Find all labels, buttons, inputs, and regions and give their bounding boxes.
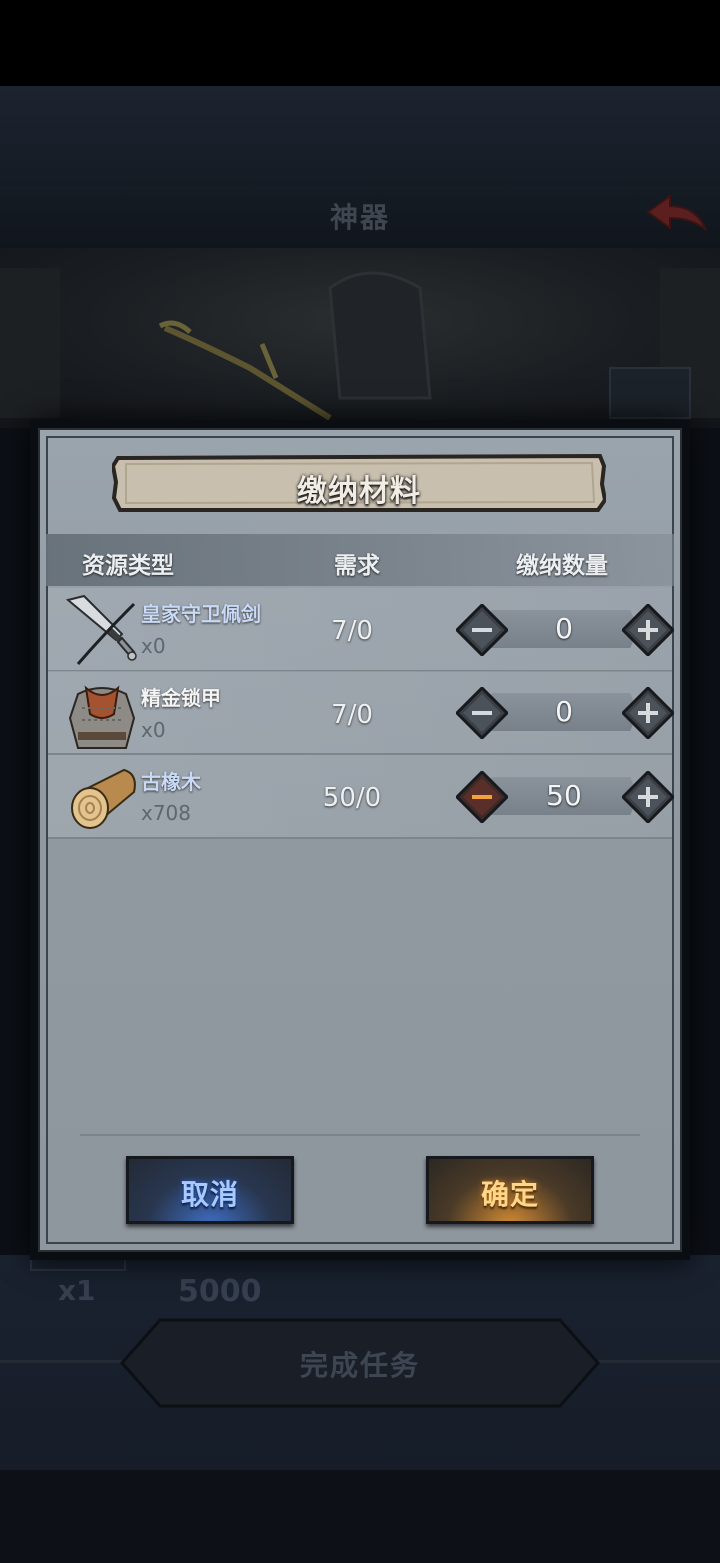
item-name: 古橡木 [141, 770, 201, 794]
confirm-button[interactable]: 确定 [426, 1156, 594, 1224]
quantity-value: 50 [546, 779, 582, 812]
reward-quantity: x1 [58, 1274, 96, 1307]
chainmail-icon [68, 685, 136, 749]
item-name: 精金锁甲 [141, 686, 221, 710]
status-bar [0, 0, 720, 86]
increase-button[interactable] [622, 687, 674, 739]
background-header [0, 86, 720, 186]
reward-amount: 5000 [178, 1274, 262, 1309]
background-page-title: 神器 [329, 201, 390, 234]
item-owned-count: x0 [141, 718, 166, 742]
header-submit-quantity: 缴纳数量 [516, 553, 608, 579]
footer-divider [80, 1134, 640, 1136]
increase-button[interactable] [622, 771, 674, 823]
sword-icon [65, 594, 137, 665]
dialog-title: 缴纳材料 [297, 474, 421, 509]
oak-log-icon [71, 768, 136, 829]
header-required: 需求 [334, 553, 380, 579]
item-name: 皇家守卫佩剑 [141, 602, 261, 626]
quantity-value: 0 [555, 695, 573, 728]
cancel-button[interactable]: 取消 [126, 1156, 294, 1224]
item-owned-count: x708 [141, 801, 192, 825]
decrease-button-active[interactable] [456, 771, 508, 823]
header-resource-type: 资源类型 [82, 553, 174, 579]
cancel-button-label: 取消 [180, 1178, 239, 1211]
back-arrow-icon[interactable] [644, 192, 710, 238]
item-required: 7/0 [331, 700, 373, 730]
artifact-scene [0, 248, 720, 428]
artifact-sword-icon [0, 268, 720, 421]
confirm-button-label: 确定 [480, 1178, 539, 1211]
item-required: 7/0 [331, 616, 373, 646]
decrease-button[interactable] [456, 604, 508, 656]
increase-button[interactable] [622, 604, 674, 656]
quantity-value: 0 [555, 612, 573, 645]
complete-task-label: 完成任务 [299, 1349, 420, 1382]
background-footer [0, 1470, 720, 1563]
item-required: 50/0 [322, 783, 382, 813]
decrease-button[interactable] [456, 687, 508, 739]
item-owned-count: x0 [141, 634, 166, 658]
